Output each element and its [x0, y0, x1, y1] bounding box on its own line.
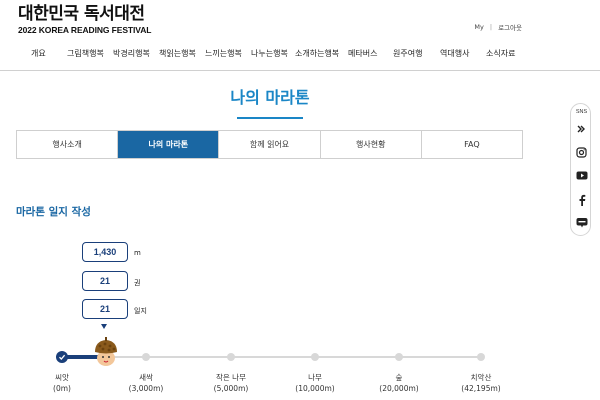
stage-node-forest: [395, 353, 403, 361]
stage-node-seed: [56, 351, 68, 363]
nav-item-news[interactable]: 소식자료: [486, 48, 515, 59]
nav-item-metaverse[interactable]: 메타버스: [348, 48, 377, 59]
logout-link[interactable]: 로그아웃: [498, 22, 522, 32]
books-stat: 21: [82, 271, 128, 291]
logo-title: 대한민국 독서대전: [18, 4, 145, 24]
title-underline: [237, 117, 303, 119]
stage-label-chiaksan: 치악산 (42,195m): [461, 373, 501, 393]
journal-unit: 일지: [134, 307, 147, 315]
stage-label-sprout: 새싹 (3,000m): [128, 373, 164, 393]
nav-item-overview[interactable]: 개요: [31, 48, 46, 59]
tab-my-marathon[interactable]: 나의 마라톤: [118, 131, 220, 158]
nav-item-reading[interactable]: 책읽는행복: [159, 48, 196, 59]
section-title[interactable]: 마라톤 일지 작성: [16, 204, 91, 219]
stage-label-seed: 씨앗 (0m): [53, 373, 71, 393]
logo-subtitle: 2022 KOREA READING FESTIVAL: [18, 25, 152, 35]
distance-unit: m: [134, 249, 141, 257]
stage-label-tree: 나무 (10,000m): [295, 373, 335, 393]
site-logo[interactable]: 대한민국 독서대전 2022 KOREA READING FESTIVAL: [18, 4, 151, 35]
nav-item-picturebook[interactable]: 그림책행복: [67, 48, 104, 59]
instagram-icon[interactable]: [575, 146, 588, 159]
stage-node-chiaksan: [477, 353, 485, 361]
page-title: 나의 마라톤: [230, 88, 310, 107]
my-link[interactable]: My: [474, 23, 483, 31]
nav-item-feeling[interactable]: 느끼는행복: [205, 48, 242, 59]
utility-menu: My | 로그아웃: [474, 22, 522, 32]
progress-track: [62, 356, 482, 358]
sns-panel: SNS: [570, 103, 591, 236]
distance-stat: 1,430: [82, 242, 128, 262]
nav-item-introducing[interactable]: 소개하는행복: [295, 48, 339, 59]
stage-node-small-tree: [227, 353, 235, 361]
nav-item-past-events[interactable]: 역대행사: [440, 48, 469, 59]
acorn-character-icon: [95, 337, 117, 366]
stage-label-small-tree: 작은 나무 (5,000m): [213, 373, 249, 393]
nav-item-sharing[interactable]: 나누는행복: [251, 48, 288, 59]
nav-item-wonju-travel[interactable]: 원주여행: [393, 48, 422, 59]
facebook-icon[interactable]: [575, 193, 588, 206]
nav-item-parkkyungni[interactable]: 박경리행복: [113, 48, 150, 59]
main-navigation: 개요 그림책행복 박경리행복 책읽는행복 느끼는행복 나누는행복 소개하는행복 …: [0, 40, 600, 70]
sub-tabs: 행사소개 나의 마라톤 함께 읽어요 행사현황 FAQ: [16, 130, 523, 159]
band-icon[interactable]: [575, 123, 588, 136]
tab-read-together[interactable]: 함께 읽어요: [219, 131, 321, 158]
tab-event-intro[interactable]: 행사소개: [17, 131, 119, 158]
books-unit: 권: [134, 279, 141, 287]
stage-label-forest: 숲 (20,000m): [379, 373, 419, 393]
sns-title: SNS: [575, 109, 588, 115]
stage-node-tree: [311, 353, 319, 361]
tab-event-status[interactable]: 행사현황: [320, 131, 422, 158]
youtube-icon[interactable]: [575, 169, 588, 182]
nav-divider: [0, 70, 600, 71]
journal-stat: 21: [82, 299, 128, 319]
tab-faq[interactable]: FAQ: [421, 131, 523, 158]
blog-icon[interactable]: [575, 216, 588, 229]
util-separator: |: [489, 23, 493, 31]
check-icon: [59, 354, 66, 360]
position-marker: [101, 324, 107, 329]
stage-node-sprout: [142, 353, 150, 361]
